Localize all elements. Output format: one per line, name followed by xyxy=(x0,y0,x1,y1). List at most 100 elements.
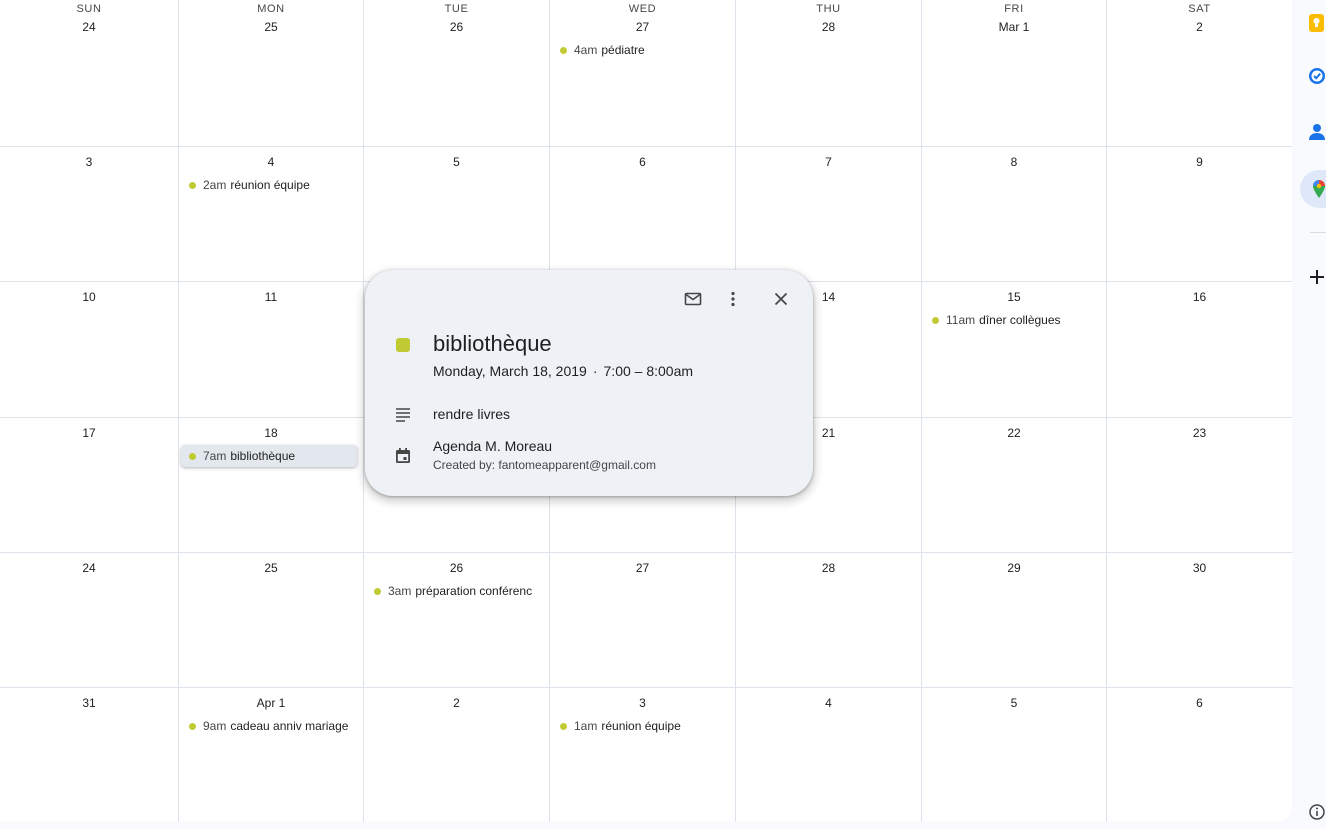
date-number[interactable]: 29 xyxy=(922,561,1106,575)
day-cell[interactable]: 26 3am préparation conférenc xyxy=(363,553,549,687)
day-cell[interactable]: 23 xyxy=(1106,418,1292,552)
date-number[interactable]: 28 xyxy=(736,561,921,575)
week-row: 3 4 2am réunion équipe 5 6 7 8 9 xyxy=(0,146,1292,281)
date-number[interactable]: 7 xyxy=(736,155,921,169)
date-number[interactable]: 27 xyxy=(550,561,735,575)
date-number[interactable]: 27 xyxy=(550,20,735,34)
event-chip[interactable]: 3am préparation conférenc xyxy=(366,580,543,602)
day-cell[interactable]: 28 xyxy=(735,553,921,687)
event-chip[interactable]: 1am réunion équipe xyxy=(552,715,729,737)
event-chip[interactable]: 9am cadeau anniv mariage xyxy=(181,715,357,737)
date-number[interactable]: 24 xyxy=(0,561,178,575)
date-number[interactable]: 17 xyxy=(0,426,178,440)
day-cell[interactable]: 22 xyxy=(921,418,1106,552)
event-title: dîner collègues xyxy=(979,313,1061,327)
date-number[interactable]: 6 xyxy=(1107,696,1292,710)
day-cell[interactable]: 2 xyxy=(363,688,549,822)
day-cell[interactable]: 6 xyxy=(1106,688,1292,822)
day-cell[interactable]: 29 xyxy=(921,553,1106,687)
tasks-icon[interactable] xyxy=(1304,65,1326,87)
add-icon[interactable] xyxy=(1304,266,1326,288)
email-guests-button[interactable] xyxy=(677,283,709,315)
date-number[interactable]: 26 xyxy=(364,561,549,575)
date-number[interactable]: 5 xyxy=(364,155,549,169)
day-cell[interactable]: 16 xyxy=(1106,282,1292,417)
event-color-dot xyxy=(189,722,196,730)
day-cell[interactable]: 9 xyxy=(1106,147,1292,281)
day-cell[interactable]: SAT 2 xyxy=(1106,0,1292,146)
event-time: 11am xyxy=(946,313,976,327)
day-cell[interactable]: 7 xyxy=(735,147,921,281)
day-cell[interactable]: 6 xyxy=(549,147,735,281)
day-cell[interactable]: THU 28 xyxy=(735,0,921,146)
date-number[interactable]: 4 xyxy=(179,155,363,169)
date-number[interactable]: 18 xyxy=(179,426,363,440)
event-description: rendre livres xyxy=(433,406,511,422)
date-number[interactable]: 24 xyxy=(0,20,178,34)
day-cell[interactable]: 18 7am bibliothèque xyxy=(178,418,363,552)
day-cell[interactable]: 4 xyxy=(735,688,921,822)
date-number[interactable]: 16 xyxy=(1107,290,1292,304)
event-creator: Created by: fantomeapparent@gmail.com xyxy=(433,458,656,472)
date-number[interactable]: 11 xyxy=(179,290,363,304)
date-number[interactable]: 8 xyxy=(922,155,1106,169)
date-number[interactable]: 22 xyxy=(922,426,1106,440)
day-cell[interactable]: SUN 24 xyxy=(0,0,178,146)
event-title: bibliothèque xyxy=(433,331,552,356)
date-number[interactable]: 15 xyxy=(922,290,1106,304)
date-number[interactable]: 3 xyxy=(550,696,735,710)
day-cell[interactable]: MON 25 xyxy=(178,0,363,146)
date-number[interactable]: 30 xyxy=(1107,561,1292,575)
day-cell[interactable]: 4 2am réunion équipe xyxy=(178,147,363,281)
day-cell[interactable]: 10 xyxy=(0,282,178,417)
date-number[interactable]: 25 xyxy=(179,20,363,34)
event-chip[interactable]: 11am dîner collègues xyxy=(924,309,1100,331)
day-cell[interactable]: 24 xyxy=(0,553,178,687)
day-cell[interactable]: FRI Mar 1 xyxy=(921,0,1106,146)
date-number[interactable]: 6 xyxy=(550,155,735,169)
event-chip[interactable]: 2am réunion équipe xyxy=(181,174,357,196)
day-cell[interactable]: WED 27 4am pédiatre xyxy=(549,0,735,146)
day-cell[interactable]: 30 xyxy=(1106,553,1292,687)
day-cell[interactable]: 25 xyxy=(178,553,363,687)
day-cell[interactable]: 3 xyxy=(0,147,178,281)
date-number[interactable]: 5 xyxy=(922,696,1106,710)
keep-icon[interactable] xyxy=(1304,12,1326,34)
info-icon[interactable] xyxy=(1304,801,1326,823)
date-number[interactable]: 25 xyxy=(179,561,363,575)
day-cell[interactable]: 5 xyxy=(363,147,549,281)
close-button[interactable] xyxy=(765,283,797,315)
date-number[interactable]: 23 xyxy=(1107,426,1292,440)
day-cell[interactable]: Apr 1 9am cadeau anniv mariage xyxy=(178,688,363,822)
contacts-icon[interactable] xyxy=(1304,121,1326,143)
date-number[interactable]: 10 xyxy=(0,290,178,304)
day-cell[interactable]: 3 1am réunion équipe xyxy=(549,688,735,822)
event-chip[interactable]: 7am bibliothèque xyxy=(181,445,357,467)
maps-icon[interactable] xyxy=(1300,170,1326,208)
date-number[interactable]: 28 xyxy=(736,20,921,34)
date-number[interactable]: 2 xyxy=(1107,20,1292,34)
date-number[interactable]: 3 xyxy=(0,155,178,169)
event-time: 4am xyxy=(574,43,598,57)
date-number[interactable]: 4 xyxy=(736,696,921,710)
more-options-button[interactable] xyxy=(717,283,749,315)
weekday-header: SAT xyxy=(1188,3,1211,15)
date-number[interactable]: 31 xyxy=(0,696,178,710)
event-title: réunion équipe xyxy=(601,719,681,733)
calendar-icon xyxy=(393,446,413,466)
date-number[interactable]: 9 xyxy=(1107,155,1292,169)
event-chip[interactable]: 4am pédiatre xyxy=(552,39,729,61)
day-cell[interactable]: 17 xyxy=(0,418,178,552)
day-cell[interactable]: 5 xyxy=(921,688,1106,822)
day-cell[interactable]: 31 xyxy=(0,688,178,822)
day-cell[interactable]: 8 xyxy=(921,147,1106,281)
day-cell[interactable]: TUE 26 xyxy=(363,0,549,146)
date-number[interactable]: Mar 1 xyxy=(922,20,1106,34)
date-number[interactable]: Apr 1 xyxy=(179,696,363,710)
day-cell[interactable]: 15 11am dîner collègues xyxy=(921,282,1106,417)
date-number[interactable]: 2 xyxy=(364,696,549,710)
day-cell[interactable]: 11 xyxy=(178,282,363,417)
day-cell[interactable]: 27 xyxy=(549,553,735,687)
date-number[interactable]: 26 xyxy=(364,20,549,34)
weekday-header: SUN xyxy=(76,3,102,15)
